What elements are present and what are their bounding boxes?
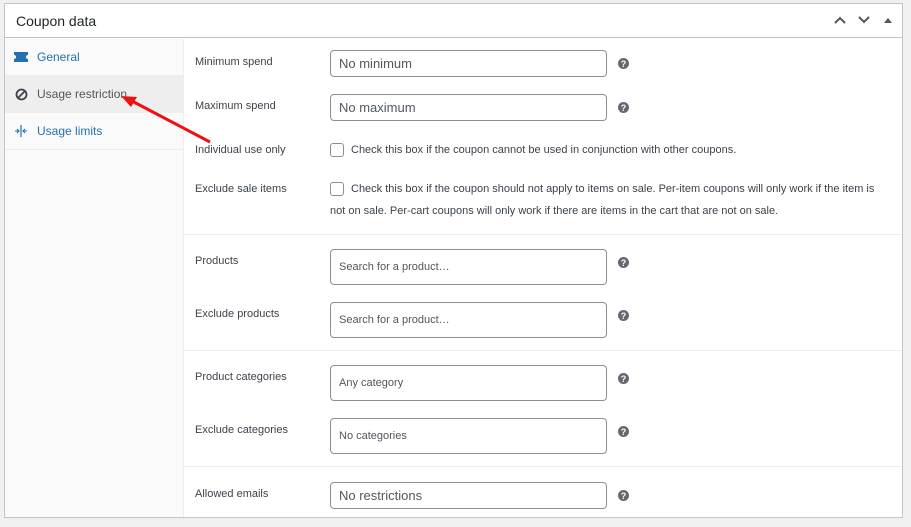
toggle-panel-button[interactable]	[880, 12, 896, 28]
coupon-tabs: General Usage restriction Usage limits	[5, 39, 184, 517]
move-up-button[interactable]	[832, 12, 848, 28]
chevron-up-icon	[834, 16, 846, 24]
products-group: Products Search for a product… ? Exclude…	[184, 235, 902, 351]
triangle-up-icon	[884, 18, 892, 23]
placeholder: No maximum	[339, 100, 416, 115]
help-icon[interactable]: ?	[618, 257, 629, 268]
tab-label: Usage restriction	[37, 87, 128, 101]
placeholder: Search for a product…	[339, 314, 450, 326]
ticket-icon	[13, 49, 29, 65]
exclude-products-search-input[interactable]: Search for a product…	[330, 302, 607, 338]
exclude-sale-items-description: Check this box if the coupon should not …	[330, 183, 875, 217]
minimum-spend-input[interactable]: No minimum	[330, 50, 607, 77]
help-icon[interactable]: ?	[618, 310, 629, 321]
exclude-sale-items-label: Exclude sale items	[195, 183, 287, 195]
emails-group: Allowed emails No restrictions ?	[184, 467, 902, 519]
tab-usage-restriction[interactable]: Usage restriction	[5, 76, 183, 113]
categories-group: Product categories Any category ? Exclud…	[184, 351, 902, 467]
allowed-emails-label: Allowed emails	[195, 488, 269, 500]
help-icon[interactable]: ?	[618, 373, 629, 384]
panel-title: Coupon data	[16, 13, 97, 29]
tab-label: General	[37, 50, 80, 64]
exclude-categories-label: Exclude categories	[195, 424, 288, 436]
tab-general[interactable]: General	[5, 39, 183, 76]
usage-restriction-panel: Minimum spend No minimum ? Maximum spend…	[184, 39, 902, 517]
placeholder: No restrictions	[339, 488, 423, 503]
individual-use-checkbox[interactable]	[330, 143, 344, 157]
panel-body: General Usage restriction Usage limits M…	[5, 39, 902, 517]
tab-usage-limits[interactable]: Usage limits	[5, 113, 183, 150]
chevron-down-icon	[858, 16, 870, 24]
help-icon[interactable]: ?	[618, 490, 629, 501]
exclude-products-label: Exclude products	[195, 308, 280, 320]
products-label: Products	[195, 255, 239, 267]
limits-icon	[13, 123, 29, 139]
individual-use-label: Individual use only	[195, 144, 286, 156]
block-icon	[13, 86, 29, 102]
move-down-button[interactable]	[856, 12, 872, 28]
placeholder: No categories	[339, 430, 407, 442]
individual-use-row: Check this box if the coupon cannot be u…	[330, 143, 736, 161]
help-icon[interactable]: ?	[618, 102, 629, 113]
individual-use-description: Check this box if the coupon cannot be u…	[351, 144, 737, 156]
header-actions	[832, 12, 896, 28]
tab-label: Usage limits	[37, 124, 103, 138]
exclude-categories-input[interactable]: No categories	[330, 418, 607, 454]
maximum-spend-input[interactable]: No maximum	[330, 94, 607, 121]
allowed-emails-input[interactable]: No restrictions	[330, 482, 607, 509]
help-icon[interactable]: ?	[618, 426, 629, 437]
placeholder: No minimum	[339, 56, 412, 71]
maximum-spend-label: Maximum spend	[195, 100, 276, 112]
placeholder: Search for a product…	[339, 261, 450, 273]
coupon-data-panel: Coupon data General Usage restriction Us…	[4, 3, 903, 518]
panel-header: Coupon data	[5, 4, 902, 38]
product-categories-input[interactable]: Any category	[330, 365, 607, 401]
minimum-spend-label: Minimum spend	[195, 56, 273, 68]
product-categories-label: Product categories	[195, 371, 287, 383]
exclude-sale-items-checkbox[interactable]	[330, 182, 344, 196]
products-search-input[interactable]: Search for a product…	[330, 249, 607, 285]
spend-options-group: Minimum spend No minimum ? Maximum spend…	[184, 39, 902, 235]
help-icon[interactable]: ?	[618, 58, 629, 69]
placeholder: Any category	[339, 377, 404, 389]
